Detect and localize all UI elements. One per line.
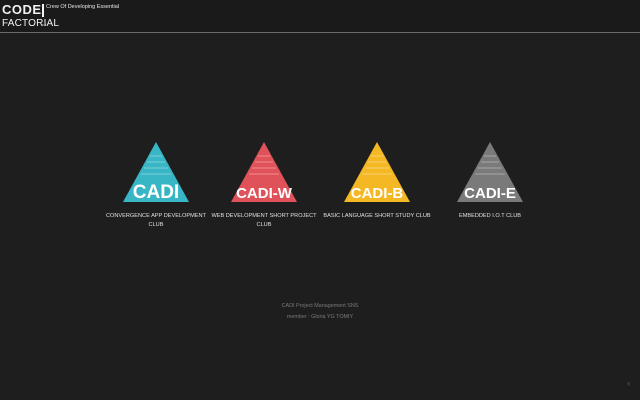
cadi-w-triangle-icon: CADI-W [231,142,297,202]
club-label: CADI [133,182,179,203]
logo-code-text: CODE [2,2,42,17]
club-label: CADI-B [351,185,404,202]
logo-divider [42,4,44,17]
chevron-left-icon[interactable]: ‹ [627,379,630,388]
club-list: CADI CONVERGENCE APP DEVELOPMENT CLUB CA… [96,140,536,240]
footer: CADI Project Management SNS member : Glo… [0,301,640,323]
logo-factorial-text: FACTORIAL [2,18,60,29]
club-name: CONVERGENCE APP DEVELOPMENT CLUB [106,213,206,228]
club-card-cadi-b[interactable]: CADI-B BASIC LANGUAGE SHORT STUDY CLUB [317,140,437,240]
club-name: BASIC LANGUAGE SHORT STUDY CLUB [323,213,431,219]
club-label: CADI-W [236,185,293,202]
cadi-b-triangle-icon: CADI-B [344,142,410,202]
site-tagline: Crew Of Developing Essential [46,4,120,10]
club-name: WEB DEVELOPMENT SHORT PROJECT CLUB [211,213,317,228]
logo-suffix-text: co [42,22,47,27]
cadi-triangle-icon: CADI [123,142,189,203]
club-card-cadi-w[interactable]: CADI-W WEB DEVELOPMENT SHORT PROJECT CLU… [204,140,324,240]
cadi-e-triangle-icon: CADI-E [457,142,523,202]
footer-project-text: CADI Project Management SNS [281,303,359,309]
club-label: CADI-E [464,185,516,202]
footer-member-text: member : Gloria YG TOMIY [286,314,354,320]
club-card-cadi-e[interactable]: CADI-E EMBEDDED I.O.T CLUB [430,140,550,240]
top-bar: CODE FACTORIAL co Crew Of Developing Ess… [0,0,640,33]
club-name: EMBEDDED I.O.T CLUB [458,213,522,219]
club-card-cadi[interactable]: CADI CONVERGENCE APP DEVELOPMENT CLUB [96,140,216,240]
